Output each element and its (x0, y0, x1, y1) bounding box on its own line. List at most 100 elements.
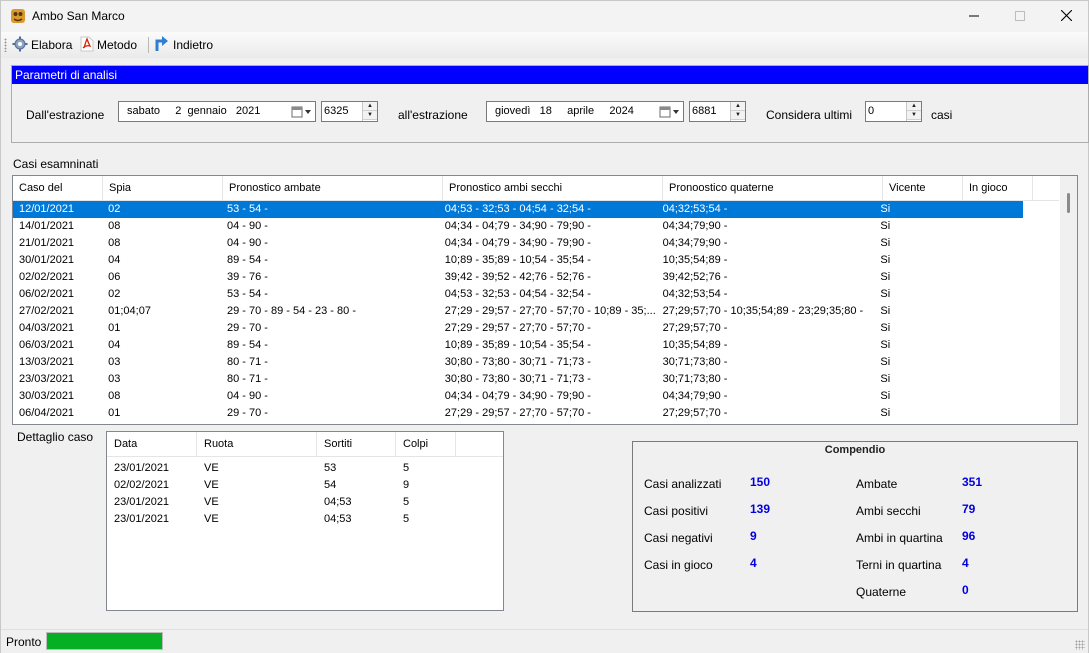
casi-section-label: Casi esamninati (13, 157, 99, 171)
quaterne-value: 0 (962, 583, 969, 597)
dettaglio-column-header[interactable]: Data (107, 432, 197, 457)
casi-column-header[interactable]: Caso del (13, 176, 103, 201)
casi-list-body: 12/01/2021 02 53 - 54 - 04;53 - 32;53 - 04;… (13, 201, 1023, 422)
spin-up-icon[interactable]: ▲ (907, 102, 921, 111)
table-cell: 04;53 - 32;53 - 04;54 - 32;54 - (444, 288, 591, 300)
minimize-button[interactable] (951, 1, 997, 32)
table-cell: 02 (108, 288, 121, 300)
table-cell: Si (880, 407, 891, 419)
metodo-button[interactable]: Metodo (80, 35, 137, 55)
from-date-picker[interactable]: sabato 2 gennaio 2021 (118, 101, 316, 122)
table-cell: 08 (108, 220, 121, 232)
table-cell: 04;34 - 04;79 - 34;90 - 79;90 - (444, 390, 591, 402)
close-button[interactable] (1043, 1, 1089, 32)
table-row[interactable]: 21/01/2021 08 04 - 90 - 04;34 - 04;79 - 34;… (13, 235, 1023, 252)
dettaglio-list-body: 23/01/2021 VE 53 5 02/02/2021 VE 54 9 23/01/2021… (107, 457, 503, 528)
table-row[interactable]: 30/03/2021 08 04 - 90 - 04;34 - 04;79 - 34;… (13, 388, 1023, 405)
list-item[interactable]: 23/01/2021 VE 04;53 5 (107, 494, 503, 511)
spin-down-icon[interactable]: ▼ (907, 111, 921, 120)
list-cell: 5 (403, 513, 410, 525)
table-cell: 27;29 - 29;57 - 27;70 - 57;70 - (444, 407, 591, 419)
table-row[interactable]: 02/02/2021 06 39 - 76 - 39;42 - 39;52 - 42;… (13, 269, 1023, 286)
table-row[interactable]: 06/04/2021 01 29 - 70 - 27;29 - 29;57 - 27;… (13, 405, 1023, 422)
ambi-secchi-value: 79 (962, 502, 976, 516)
table-row[interactable]: 06/02/2021 02 53 - 54 - 04;53 - 32;53 - 04;… (13, 286, 1023, 303)
calendar-dropdown-icon[interactable] (291, 104, 313, 119)
maximize-button[interactable] (997, 1, 1043, 32)
dettaglio-list[interactable]: Data Ruota Sortiti Colpi 23/01/2021 VE 53 5 02/… (106, 431, 504, 611)
indietro-button[interactable]: Indietro (154, 35, 213, 55)
last-spinner-arrows[interactable]: ▲ ▼ (906, 102, 921, 121)
table-cell (954, 371, 1023, 388)
title-bar[interactable]: Ambo San Marco (1, 1, 1088, 32)
table-cell: 04 - 90 - (226, 390, 268, 402)
from-number-spinner[interactable]: 6325 ▲ ▼ (321, 101, 378, 122)
back-arrow-icon (154, 35, 170, 56)
spin-down-icon[interactable]: ▼ (363, 111, 377, 120)
table-cell (954, 286, 1023, 303)
table-cell: 03 (108, 356, 121, 368)
table-cell: Si (880, 288, 891, 300)
dettaglio-section-label: Dettaglio caso (17, 430, 94, 444)
table-row[interactable]: 06/03/2021 04 89 - 54 - 10;89 - 35;89 - 10;… (13, 337, 1023, 354)
casi-positivi-label: Casi positivi (644, 504, 709, 518)
calendar-dropdown-icon[interactable] (659, 104, 681, 119)
table-row[interactable]: 12/01/2021 02 53 - 54 - 04;53 - 32;53 - 04;… (13, 201, 1023, 218)
casi-column-header[interactable]: In gioco (963, 176, 1033, 201)
casi-column-header[interactable]: Pronostico ambate (223, 176, 443, 201)
table-row[interactable]: 13/03/2021 03 80 - 71 - 30;80 - 73;80 - 30;… (13, 354, 1023, 371)
list-item[interactable]: 23/01/2021 VE 04;53 5 (107, 511, 503, 528)
list-cell: 23/01/2021 (114, 462, 170, 474)
minimize-icon (969, 10, 979, 24)
last-label: Considera ultimi (766, 108, 853, 122)
table-row[interactable]: 14/01/2021 08 04 - 90 - 04;34 - 04;79 - 34;… (13, 218, 1023, 235)
spin-up-icon[interactable]: ▲ (731, 102, 745, 111)
casi-column-header[interactable]: Vicente (883, 176, 963, 201)
table-cell: Si (880, 254, 891, 266)
table-cell: 30;80 - 73;80 - 30;71 - 71;73 - (444, 373, 591, 385)
list-cell: 23/01/2021 (114, 513, 170, 525)
toolbar-grip[interactable] (4, 38, 7, 52)
table-cell: Si (880, 356, 891, 368)
spin-down-icon[interactable]: ▼ (731, 111, 745, 120)
table-row[interactable]: 04/03/2021 01 29 - 70 - 27;29 - 29;57 - 27;… (13, 320, 1023, 337)
table-cell: 04;34;79;90 - (662, 220, 728, 232)
dettaglio-column-header[interactable]: Ruota (197, 432, 317, 457)
table-cell: Si (880, 390, 891, 402)
to-number-spinner[interactable]: 6881 ▲ ▼ (689, 101, 746, 122)
casi-column-header[interactable]: Spia (103, 176, 223, 201)
ambi-secchi-label: Ambi secchi (856, 504, 921, 518)
list-item[interactable]: 02/02/2021 VE 54 9 (107, 477, 503, 494)
table-cell: 02 (108, 203, 121, 215)
table-row[interactable]: 23/03/2021 03 80 - 71 - 30;80 - 73;80 - 30;… (13, 371, 1023, 388)
table-row[interactable]: 27/02/2021 01;04;07 29 - 70 - 89 - 54 - 23… (13, 303, 1023, 320)
resize-grip[interactable] (1075, 640, 1085, 650)
table-cell: 10;89 - 35;89 - 10;54 - 35;54 - (444, 339, 591, 351)
toolbar-separator (148, 37, 149, 53)
casi-column-header[interactable]: Pronoostico quaterne (663, 176, 883, 201)
from-spinner-arrows[interactable]: ▲ ▼ (362, 102, 377, 121)
list-cell: VE (204, 513, 219, 525)
elabora-button[interactable]: Elabora (12, 35, 72, 55)
casi-negativi-value: 9 (750, 529, 757, 543)
list-cell: 54 (324, 479, 337, 491)
dettaglio-column-header[interactable]: Sortiti (317, 432, 396, 457)
to-spinner-arrows[interactable]: ▲ ▼ (730, 102, 745, 121)
table-row[interactable]: 30/01/2021 04 89 - 54 - 10;89 - 35;89 - 10;… (13, 252, 1023, 269)
scrollbar-thumb[interactable] (1067, 193, 1070, 213)
list-cell: 04;53 (324, 496, 352, 508)
to-date-picker[interactable]: giovedì 18 aprile 2024 (486, 101, 684, 122)
dettaglio-column-header[interactable]: Colpi (396, 432, 456, 457)
list-cell: 04;53 (324, 513, 352, 525)
casi-column-header[interactable]: Pronostico ambi secchi (443, 176, 663, 201)
table-cell (954, 320, 1023, 337)
vertical-scrollbar[interactable] (1060, 176, 1077, 424)
table-cell: 29 - 70 - (226, 322, 268, 334)
casi-negativi-label: Casi negativi (644, 531, 713, 545)
last-cases-spinner[interactable]: 0 ▲ ▼ (865, 101, 922, 122)
casi-list[interactable]: Caso del Spia Pronostico ambate Pronostico … (12, 175, 1078, 425)
list-item[interactable]: 23/01/2021 VE 53 5 (107, 460, 503, 477)
list-cell: 9 (403, 479, 410, 491)
spin-up-icon[interactable]: ▲ (363, 102, 377, 111)
casi-list-header: Caso del Spia Pronostico ambate Pronostico … (13, 176, 1059, 201)
